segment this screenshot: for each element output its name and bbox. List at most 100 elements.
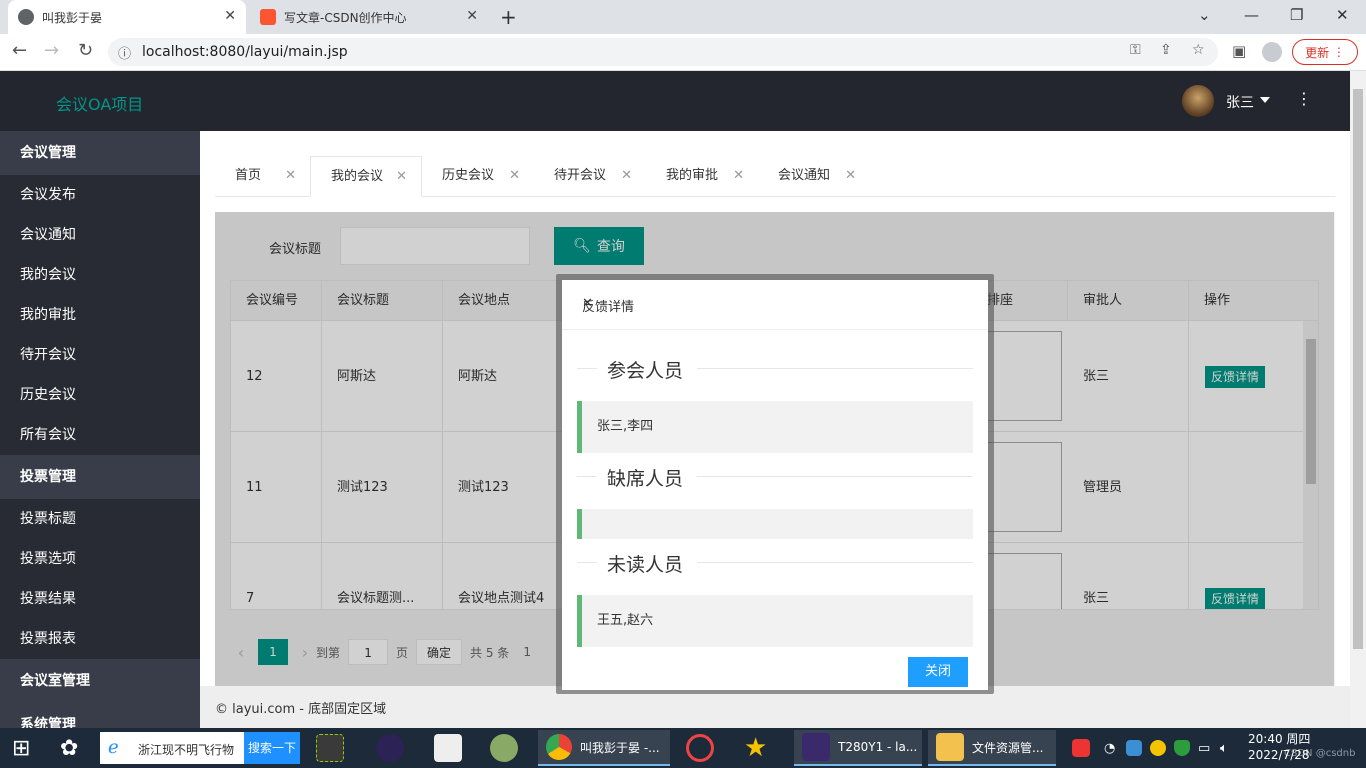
bookmark-star-icon[interactable]: ☆ — [1192, 42, 1205, 58]
fieldset-unread: 未读人员 — [577, 552, 973, 576]
divider — [577, 368, 597, 369]
tab-label: 会议通知 — [778, 168, 831, 183]
user-name[interactable]: 张三 — [1226, 92, 1254, 112]
forward-icon[interactable]: → — [44, 40, 59, 61]
globe-icon — [18, 9, 34, 25]
browser-tabbar: 叫我彭于晏 ✕ 写文章-CSDN创作中心 ✕ + ⌄ — ❐ ✕ — [0, 0, 1366, 34]
wifi-icon[interactable]: ◔ — [1104, 728, 1115, 768]
sidebar-item[interactable]: 历史会议 — [0, 375, 200, 415]
close-icon[interactable]: ✕ — [845, 156, 856, 196]
restore-icon[interactable]: ❐ — [1290, 6, 1303, 24]
page-scrollbar[interactable] — [1350, 71, 1366, 728]
divider — [697, 368, 973, 369]
tools-app-icon[interactable] — [316, 728, 344, 768]
close-window-icon[interactable]: ✕ — [1336, 6, 1349, 24]
taskbar-ide[interactable]: T280Y1 - la... — [794, 730, 922, 766]
tab-home[interactable]: 首页 ✕ — [215, 156, 310, 197]
browser-tab-1[interactable]: 叫我彭于晏 ✕ — [8, 0, 246, 34]
close-tab-icon[interactable]: ✕ — [224, 8, 236, 24]
footer-text: © layui.com - 底部固定区域 — [215, 702, 387, 717]
unread-content: 王五,赵六 — [577, 595, 973, 647]
battery-icon[interactable]: ▭ — [1198, 728, 1210, 768]
side-panel-icon[interactable]: ▣ — [1232, 42, 1246, 60]
tray-app-icon[interactable] — [1126, 728, 1142, 768]
ie-icon: ℯ — [108, 737, 119, 758]
close-icon[interactable]: ✕ — [509, 156, 520, 196]
watermark: CSDN @csdnb — [1284, 748, 1356, 759]
sidebar-item[interactable]: 投票标题 — [0, 499, 200, 539]
volume-icon[interactable]: 🔈︎ — [1220, 728, 1228, 768]
reload-icon[interactable]: ↻ — [78, 40, 93, 61]
sidebar-group-room[interactable]: 会议室管理 — [0, 659, 200, 703]
close-tab-icon[interactable]: ✕ — [466, 8, 478, 24]
tab-my-meeting[interactable]: 我的会议 ✕ — [310, 156, 422, 197]
sidebar-group-meeting[interactable]: 会议管理 — [0, 131, 200, 175]
sidebar-item[interactable]: 投票选项 — [0, 539, 200, 579]
browser-tab-title: 写文章-CSDN创作中心 — [284, 10, 407, 25]
sidebar-item[interactable]: 我的审批 — [0, 295, 200, 335]
star-app-icon[interactable]: ★ — [744, 728, 767, 768]
tab-history[interactable]: 历史会议 ✕ — [422, 156, 534, 197]
tray-plus-icon[interactable] — [1150, 728, 1166, 768]
back-icon[interactable]: ← — [12, 40, 27, 61]
page-tabs: 首页 ✕ 我的会议 ✕ 历史会议 ✕ 待开会议 ✕ 我的审批 ✕ 会议通知 ✕ — [215, 156, 1335, 197]
shield-icon[interactable] — [1174, 728, 1190, 768]
tab-approval[interactable]: 我的审批 ✕ — [646, 156, 758, 197]
close-icon[interactable]: ✕ — [621, 156, 632, 196]
csdn-icon — [260, 9, 276, 25]
task-view-icon[interactable]: ✿ — [60, 728, 78, 768]
sogou-icon[interactable] — [1072, 728, 1090, 768]
folder-icon — [936, 733, 964, 761]
profile-icon[interactable] — [1262, 42, 1282, 62]
more-vertical-icon[interactable]: ⋮ — [1296, 89, 1312, 108]
tab-notice[interactable]: 会议通知 ✕ — [758, 156, 870, 197]
sidebar-item[interactable]: 会议通知 — [0, 215, 200, 255]
taskbar-chrome[interactable]: 叫我彭于晏 -... — [538, 730, 670, 766]
scroll-thumb[interactable] — [1353, 89, 1363, 649]
app-rings-icon[interactable] — [686, 728, 714, 768]
windows-start-icon[interactable]: ⊞ — [12, 728, 30, 768]
share-icon[interactable]: ⇪ — [1160, 42, 1172, 58]
fieldset-legend: 未读人员 — [607, 554, 684, 576]
sidebar-group-system[interactable]: 系统管理 — [0, 703, 200, 728]
app-logo[interactable]: 会议OA项目 — [56, 91, 143, 115]
browser-tab-2[interactable]: 写文章-CSDN创作中心 ✕ — [250, 0, 488, 34]
divider — [577, 476, 597, 477]
info-icon[interactable]: ⓘ — [118, 43, 131, 62]
sidebar-item[interactable]: 会议发布 — [0, 175, 200, 215]
sidebar-item[interactable]: 所有会议 — [0, 415, 200, 455]
omnibox[interactable]: ⓘ localhost:8080/layui/main.jsp ⚿ ⇪ ☆ — [108, 38, 1218, 66]
key-icon[interactable]: ⚿ — [1130, 42, 1141, 58]
taskbar-app-label: 叫我彭于晏 -... — [580, 740, 660, 755]
sidebar-item[interactable]: 投票结果 — [0, 579, 200, 619]
close-icon[interactable]: ✕ — [733, 156, 744, 196]
close-icon[interactable]: ✕ — [285, 156, 296, 196]
search-go-button[interactable]: 搜索一下 — [244, 732, 300, 764]
sidebar-group-vote[interactable]: 投票管理 — [0, 455, 200, 499]
eclipse-app-icon[interactable] — [376, 728, 404, 768]
chevron-down-icon[interactable]: ⌄ — [1198, 6, 1211, 24]
sidebar-item[interactable]: 我的会议 — [0, 255, 200, 295]
database-app-icon[interactable] — [490, 728, 518, 768]
close-icon[interactable]: ✕ — [396, 157, 407, 197]
caret-down-icon[interactable] — [1260, 97, 1270, 103]
typora-app-icon[interactable] — [434, 728, 462, 768]
taskbar-explorer[interactable]: 文件资源管... — [928, 730, 1056, 766]
url-text[interactable]: localhost:8080/layui/main.jsp — [142, 44, 348, 60]
minimize-icon[interactable]: — — [1244, 6, 1259, 24]
fieldset-legend: 缺席人员 — [607, 468, 684, 490]
windows-taskbar: ⊞ ✿ ℯ 浙江现不明飞行物 搜索一下 叫我彭于晏 -... ★ T280Y1 … — [0, 728, 1366, 768]
sidebar-item[interactable]: 投票报表 — [0, 619, 200, 659]
avatar[interactable] — [1182, 85, 1214, 117]
tab-label: 首页 — [235, 168, 262, 183]
sidebar: 会议管理 会议发布 会议通知 我的会议 我的审批 待开会议 历史会议 所有会议 … — [0, 131, 200, 728]
new-tab-icon[interactable]: + — [500, 5, 517, 29]
update-button[interactable]: 更新 ⋮ — [1292, 39, 1358, 65]
sidebar-item[interactable]: 待开会议 — [0, 335, 200, 375]
clock-time: 20:40 周四 — [1248, 732, 1311, 746]
close-icon[interactable]: ✕ — [582, 296, 593, 311]
fieldset-absent: 缺席人员 — [577, 466, 973, 490]
tab-pending[interactable]: 待开会议 ✕ — [534, 156, 646, 197]
taskbar-search[interactable]: ℯ 浙江现不明飞行物 搜索一下 — [100, 732, 300, 764]
close-button[interactable]: 关闭 — [908, 657, 968, 687]
